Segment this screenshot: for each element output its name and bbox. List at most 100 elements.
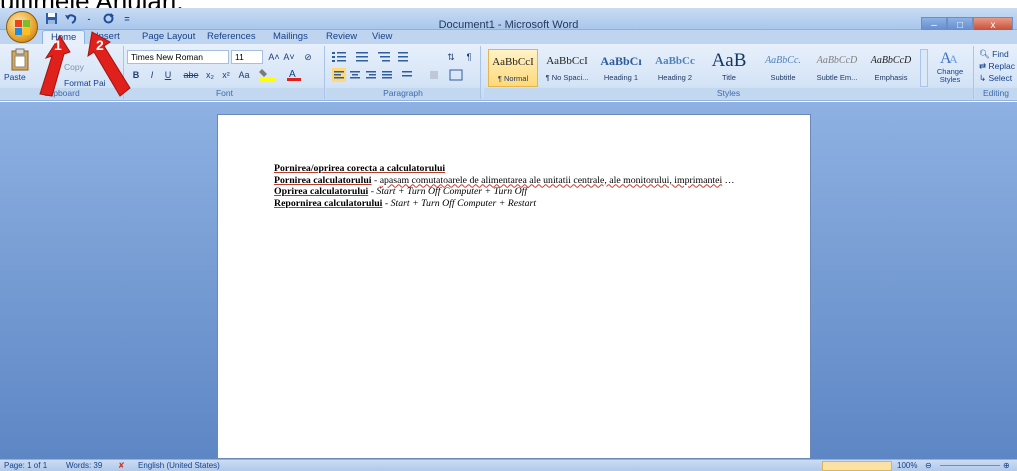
styles-scroll[interactable] [920,49,928,87]
style-name: ¶ Normal [497,74,529,83]
strikethrough-button[interactable]: abe [181,68,201,82]
view-buttons[interactable] [822,461,892,471]
editing-group: 🔍︎ Find ⇄ Replac ↳ Select Editing [975,46,1017,99]
style-sample: AaBbCcD [816,55,858,66]
word-window: ultimele Anulari. Document1 - Microsoft … [0,0,1017,471]
style-normal[interactable]: AaBbCcI ¶ Normal [488,49,538,87]
word-count[interactable]: Words: 39 [66,460,102,471]
style-name: Heading 2 [657,73,693,82]
sort-button[interactable]: ⇅ [444,50,458,64]
doc-line2-bold: Oprirea calculatorului [274,186,369,197]
style-no-spacing[interactable]: AaBbCcI ¶ No Spaci... [542,49,592,87]
document-page[interactable]: Pornirea/oprirea corecta a calculatorulu… [217,114,811,459]
binoculars-icon: 🔍︎ [979,49,990,59]
superscript-button[interactable]: x² [219,68,233,82]
style-sample: AaBbCcI [546,55,588,67]
undo-icon[interactable] [63,12,77,26]
style-sample: AaBbCc [655,55,695,67]
doc-line2-text: Start + Turn Off Computer + Turn Off [376,186,528,197]
underline-button[interactable]: U [161,68,175,82]
svg-text:A: A [949,52,958,66]
subscript-button[interactable]: x₂ [203,68,217,82]
tab-page-layout[interactable]: Page Layout [142,30,195,44]
quick-access-toolbar: - = [44,10,134,28]
style-sample: AaBbCcD [870,55,912,66]
redo-icon[interactable] [101,12,115,26]
doc-heading: Pornirea/oprirea corecta a calculatorulu… [274,163,446,174]
save-icon[interactable] [44,12,58,26]
style-sample: AaBbCc. [765,55,801,66]
show-formatting-button[interactable]: ¶ [462,50,476,64]
change-styles-button[interactable]: AA Change Styles [932,48,968,88]
font-family-select[interactable]: Times New Roman [127,50,229,64]
style-subtle-emphasis[interactable]: AaBbCcD Subtle Em... [812,49,862,87]
bullets-numbering-icon[interactable] [332,50,422,64]
document-body[interactable]: Pornirea/oprirea corecta a calculatorulu… [274,163,744,209]
tab-view[interactable]: View [372,30,392,44]
change-styles-icon: AA [940,50,958,67]
style-sample: AaBbCcI [492,56,534,68]
zoom-in-icon[interactable]: ⊕ [1003,460,1010,471]
editing-group-label: Editing [975,88,1017,99]
font-color-icon[interactable]: A [285,68,305,82]
paragraph-group: ⇅ ¶ Paragraph [326,46,481,99]
style-title[interactable]: AaB Title [704,49,754,87]
style-heading-2[interactable]: AaBbCc Heading 2 [650,49,700,87]
office-logo-icon [15,20,30,35]
page-count[interactable]: Page: 1 of 1 [4,460,47,471]
undo-dropdown-icon[interactable]: - [82,12,96,26]
annotation-arrows: 1 2 [39,31,131,97]
zoom-level[interactable]: 100% [897,460,917,471]
tab-mailings[interactable]: Mailings [273,30,308,44]
select-label: Select [988,73,1013,83]
zoom-slider[interactable] [940,465,1000,466]
tab-review[interactable]: Review [326,30,357,44]
change-styles-label: Change Styles [936,67,964,84]
find-label: Find [992,49,1009,59]
highlight-color-icon[interactable] [258,68,278,82]
document-workspace: Pornirea/oprirea corecta a calculatorulu… [0,102,1017,459]
clear-formatting-button[interactable]: ⊘ [301,50,315,64]
find-button[interactable]: 🔍︎ Find [979,49,1009,60]
doc-line3-bold: Repornirea calculatorului [274,197,383,209]
tab-references[interactable]: References [207,30,256,44]
style-emphasis[interactable]: AaBbCcD Emphasis [866,49,916,87]
customize-qat-icon[interactable]: = [120,12,134,26]
zoom-out-icon[interactable]: ⊖ [925,460,932,471]
change-case-button[interactable]: Aa [235,68,253,82]
doc-line1-bold: Pornirea calculatorului [274,174,372,186]
shrink-font-button[interactable]: A˅ [282,50,296,64]
styles-group: AaBbCcI ¶ Normal AaBbCcI ¶ No Spaci... A… [484,46,974,99]
styles-group-label: Styles [484,88,973,99]
ribbon-tabs: Home Insert Page Layout References Maili… [0,30,1017,44]
style-name: Title [722,73,736,82]
grow-font-button[interactable]: A˄ [267,50,281,64]
font-group: Times New Roman 11 A˄ A˅ ⊘ B I U abe x₂ … [125,46,325,99]
arrow-2-icon [87,31,131,97]
style-sample: AaB [711,50,747,71]
style-subtitle[interactable]: AaBbCc. Subtitle [758,49,808,87]
font-size-select[interactable]: 11 [231,50,263,64]
doc-line1-tail: … [722,174,735,186]
doc-line3-sep: - [382,197,391,209]
doc-line1-sep: - [371,174,380,186]
style-sample: AaBbCı [600,54,642,68]
select-icon: ↳ [979,73,987,83]
style-heading-1[interactable]: AaBbCı Heading 1 [596,49,646,87]
style-name: Heading 1 [603,73,639,82]
font-group-label: Font [125,88,324,99]
doc-line3-text: Start + Turn Off Computer + Restart [390,197,537,209]
italic-button[interactable]: I [145,68,159,82]
style-name: Subtle Em... [816,73,858,82]
paste-button[interactable]: Paste [4,72,26,82]
replace-label: Replac [988,61,1015,71]
style-name: ¶ No Spaci... [545,73,589,82]
select-button[interactable]: ↳ Select [979,73,1012,84]
proofing-icon[interactable]: ✘ [118,460,125,471]
paragraph-group-label: Paragraph [326,88,480,99]
replace-button[interactable]: ⇄ Replac [979,61,1015,72]
status-bar: Page: 1 of 1 Words: 39 ✘ English (United… [0,459,1017,471]
align-justify-icons[interactable] [332,68,472,82]
language-indicator[interactable]: English (United States) [138,460,220,471]
office-button[interactable] [6,11,38,43]
